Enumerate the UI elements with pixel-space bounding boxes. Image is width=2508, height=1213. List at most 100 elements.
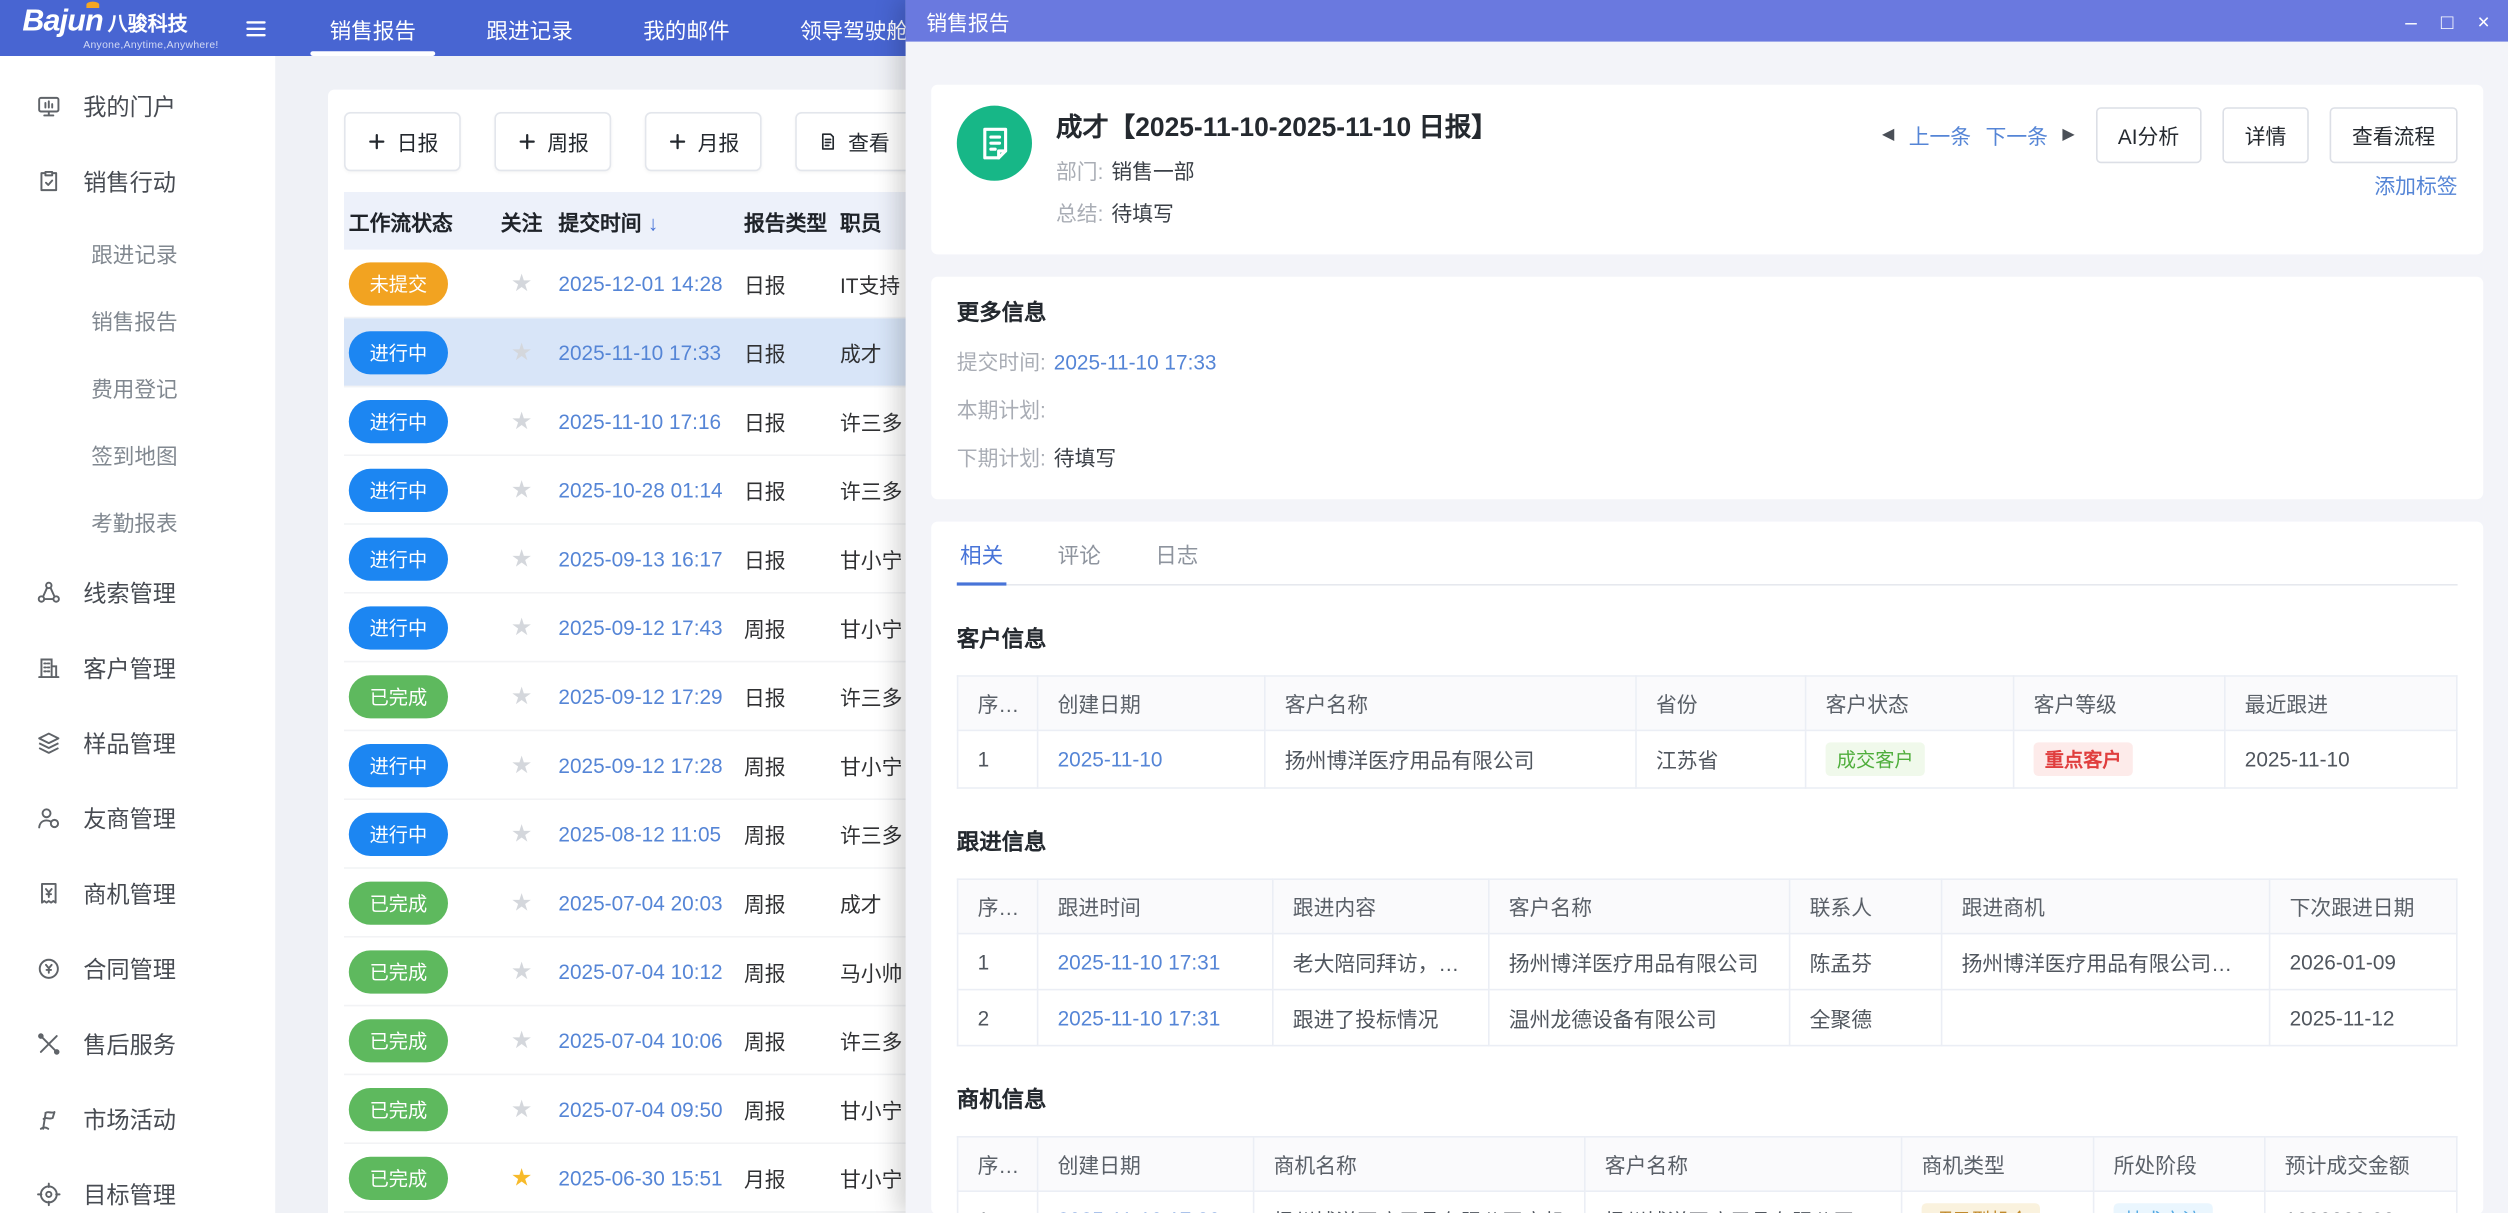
top-nav-item[interactable]: 我的邮件 <box>608 0 765 56</box>
star-icon[interactable]: ★ <box>511 890 533 917</box>
sidebar-item[interactable]: 市场活动 <box>0 1082 275 1157</box>
sidebar-item[interactable]: 销售报告 <box>0 286 275 353</box>
star-icon[interactable]: ★ <box>511 1165 533 1192</box>
submit-time-link[interactable]: 2025-07-04 20:03 <box>558 890 722 914</box>
opportunity-create-date-link[interactable]: 2025-11-10 17:20 <box>1058 1208 1221 1213</box>
report-type-cell: 周报 <box>744 612 840 642</box>
ai-analysis-button[interactable]: AI分析 <box>2095 107 2201 163</box>
summary-label: 总结: <box>1056 202 1103 226</box>
star-icon[interactable]: ★ <box>511 752 533 779</box>
customer-section-title: 客户信息 <box>957 622 2458 654</box>
sidebar-item-label: 样品管理 <box>83 726 176 760</box>
related-card: 相关 评论 日志 客户信息 序号 创建日期 客户名称 省份 <box>931 522 2483 1213</box>
toolbar-button-label: 月报 <box>698 126 740 156</box>
submit-time-link[interactable]: 2025-09-12 17:28 <box>558 753 722 777</box>
star-icon[interactable]: ★ <box>511 821 533 848</box>
opportunity-amount: 1000000.00 <box>2265 1191 2457 1213</box>
toolbar-button-icon <box>366 131 387 152</box>
submit-time-label: 提交时间: <box>957 350 1046 374</box>
sidebar-item[interactable]: 合同管理 <box>0 931 275 1006</box>
submit-time-link[interactable]: 2025-07-04 10:06 <box>558 1028 722 1052</box>
sidebar-item-label: 线索管理 <box>83 576 176 610</box>
customer-last-followup: 2025-11-10 <box>2225 730 2457 788</box>
submit-time-link[interactable]: 2025-11-10 17:33 <box>558 340 721 364</box>
close-icon[interactable]: × <box>2477 10 2489 31</box>
submit-time-link[interactable]: 2025-07-04 09:50 <box>558 1097 722 1121</box>
customer-create-date-link[interactable]: 2025-11-10 <box>1058 747 1163 771</box>
submit-time-link[interactable]: 2025-09-13 16:17 <box>558 546 722 570</box>
followup-time-link[interactable]: 2025-11-10 17:31 <box>1058 1006 1221 1030</box>
star-icon[interactable]: ★ <box>511 408 533 435</box>
report-type-cell: 日报 <box>744 268 840 298</box>
next-link[interactable]: 下一条 <box>1986 120 2048 150</box>
maximize-icon[interactable]: □ <box>2441 10 2454 31</box>
sidebar-item[interactable]: 跟进记录 <box>0 219 275 286</box>
sidebar-item[interactable]: 售后服务 <box>0 1006 275 1081</box>
column-workflow-status[interactable]: 工作流状态 <box>344 206 485 236</box>
opportunity-table: 序号 创建日期 商机名称 客户名称 商机类型 所处阶段 预计成交金额 1 202… <box>957 1136 2458 1213</box>
sidebar-item[interactable]: 友商管理 <box>0 781 275 856</box>
report-type-cell: 日报 <box>744 681 840 711</box>
submit-time-link[interactable]: 2025-10-28 01:14 <box>558 478 722 502</box>
star-icon[interactable]: ★ <box>511 339 533 366</box>
star-icon[interactable]: ★ <box>511 1096 533 1123</box>
sidebar-item[interactable]: 目标管理 <box>0 1157 275 1213</box>
minimize-icon[interactable]: – <box>2405 10 2417 31</box>
prev-arrow-icon[interactable]: ◀ <box>1882 126 1894 144</box>
sidebar-item[interactable]: 我的门户 <box>0 69 275 144</box>
sort-descending-icon[interactable]: ↓ <box>648 210 658 234</box>
sidebar-item[interactable]: 商机管理 <box>0 856 275 931</box>
hamburger-menu-icon[interactable] <box>237 15 275 41</box>
followup-time-link[interactable]: 2025-11-10 17:31 <box>1058 950 1221 974</box>
toolbar-button[interactable]: 查看 <box>795 112 912 171</box>
sidebar-item[interactable]: 签到地图 <box>0 421 275 488</box>
column-submit-time[interactable]: 提交时间↓ <box>558 206 744 236</box>
prev-link[interactable]: 上一条 <box>1909 120 1971 150</box>
report-title: 成才【2025-11-10-2025-11-10 日报】 <box>1056 106 1498 144</box>
detail-tab[interactable]: 日志 <box>1152 522 1202 584</box>
submit-time-link[interactable]: 2025-07-04 10:12 <box>558 959 722 983</box>
star-icon[interactable]: ★ <box>511 958 533 985</box>
star-icon[interactable]: ★ <box>511 1027 533 1054</box>
sidebar-item-icon <box>35 955 62 982</box>
sidebar: 我的门户 销售行动 跟进记录 销售报告 费用登记 <box>0 56 275 1213</box>
submit-time-value[interactable]: 2025-11-10 17:33 <box>1054 350 1217 374</box>
opportunity-section-title: 商机信息 <box>957 1083 2458 1115</box>
sidebar-item[interactable]: 考勤报表 <box>0 488 275 555</box>
sidebar-item[interactable]: 销售行动 <box>0 144 275 219</box>
toolbar-button[interactable]: 日报 <box>344 112 461 171</box>
sidebar-item-label: 售后服务 <box>83 1027 176 1061</box>
toolbar-button[interactable]: 月报 <box>645 112 762 171</box>
star-icon[interactable]: ★ <box>511 546 533 573</box>
add-tag-link[interactable]: 添加标签 <box>2374 170 2457 200</box>
next-arrow-icon[interactable]: ▶ <box>2062 126 2074 144</box>
submit-time-link[interactable]: 2025-09-12 17:43 <box>558 615 722 639</box>
submit-time-link[interactable]: 2025-12-01 14:28 <box>558 271 722 295</box>
column-report-type[interactable]: 报告类型 <box>744 206 840 236</box>
detail-tab[interactable]: 评论 <box>1054 522 1104 584</box>
star-icon[interactable]: ★ <box>511 270 533 297</box>
submit-time-link[interactable]: 2025-09-12 17:29 <box>558 684 722 708</box>
opportunity-stage-tag[interactable]: 技术交流 <box>2114 1203 2213 1213</box>
detail-button[interactable]: 详情 <box>2222 107 2308 163</box>
submit-time-link[interactable]: 2025-08-12 11:05 <box>558 822 721 846</box>
drawer-header: 销售报告 – □ × <box>906 0 2508 42</box>
view-flow-button[interactable]: 查看流程 <box>2330 107 2458 163</box>
sidebar-item[interactable]: 费用登记 <box>0 354 275 421</box>
toolbar-button[interactable]: 周报 <box>494 112 611 171</box>
star-icon[interactable]: ★ <box>511 683 533 710</box>
sidebar-item[interactable]: 样品管理 <box>0 706 275 781</box>
top-nav-item[interactable]: 销售报告 <box>294 0 451 56</box>
sidebar-item[interactable]: 客户管理 <box>0 630 275 705</box>
column-follow[interactable]: 关注 <box>485 206 559 236</box>
submit-time-link[interactable]: 2025-11-10 17:16 <box>558 409 721 433</box>
star-icon[interactable]: ★ <box>511 477 533 504</box>
star-icon[interactable]: ★ <box>511 614 533 641</box>
top-nav-item[interactable]: 跟进记录 <box>451 0 608 56</box>
detail-tab[interactable]: 相关 <box>957 522 1007 584</box>
report-type-cell: 周报 <box>744 1094 840 1124</box>
customer-name: 扬州博洋医疗用品有限公司 <box>1265 730 1636 788</box>
sidebar-item-label: 销售行动 <box>83 165 176 199</box>
sidebar-item[interactable]: 线索管理 <box>0 555 275 630</box>
submit-time-link[interactable]: 2025-06-30 15:51 <box>558 1166 722 1190</box>
